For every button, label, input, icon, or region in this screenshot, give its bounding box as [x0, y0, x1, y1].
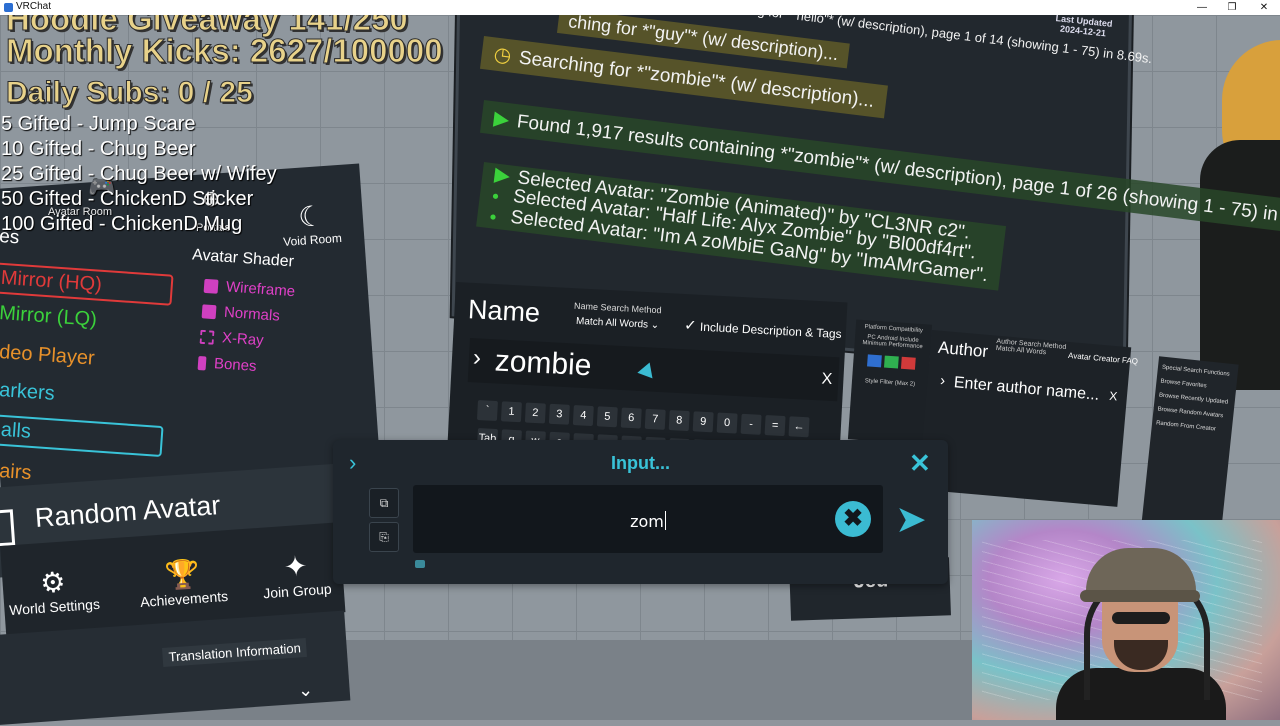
platform-options[interactable]: PC Android Include Minimum Performance	[854, 333, 931, 350]
keyboard-key[interactable]: =	[764, 415, 786, 437]
random-from-creator-button[interactable]: Random From Creator	[1156, 420, 1228, 433]
platform-title: Platform Compatibility	[864, 324, 924, 335]
chevron-down-icon: ⌄	[650, 319, 660, 332]
keyboard-key[interactable]: 4	[572, 405, 594, 427]
input-dialog-title: Input...	[611, 453, 670, 473]
clear-input-button[interactable]: ✖	[835, 501, 871, 537]
shader-xray-label: X-Ray	[221, 329, 265, 350]
play-icon: ▶	[493, 163, 512, 188]
moon-icon: ☾	[297, 200, 325, 233]
author-clear-button[interactable]: X	[1109, 389, 1118, 404]
paste-icon: ⎘	[379, 530, 389, 544]
keyboard-key[interactable]: 3	[548, 403, 570, 425]
perf-blue[interactable]	[867, 354, 882, 368]
input-scroll-handle[interactable]	[415, 560, 425, 568]
app-icon	[4, 3, 13, 12]
void-room-button[interactable]: ☾ Void Room	[280, 198, 343, 249]
input-text-value-wrap: zom	[413, 511, 883, 531]
input-dialog: › Input... ✕ ⧉ ⎘ zom ✖ ➤	[333, 440, 948, 584]
chevron-right-icon: ›	[472, 344, 482, 372]
player-avatar-body	[1200, 140, 1280, 390]
play-icon: ▶	[492, 107, 511, 132]
gift-tier-1: 5 Gifted - Jump Scare	[1, 113, 196, 135]
group-logo-icon: ✦	[282, 550, 309, 583]
clock-icon: ◷	[492, 43, 513, 68]
bullet-icon: ●	[491, 188, 501, 204]
perf-green[interactable]	[883, 355, 899, 369]
keyboard-key[interactable]: 6	[620, 407, 642, 429]
name-label: Name	[467, 294, 541, 328]
gift-tier-3: 25 Gifted - Chug Beer w/ Wifey	[1, 163, 277, 185]
keyboard-key[interactable]: `	[476, 400, 498, 422]
paste-button[interactable]: ⎘	[369, 522, 399, 552]
browse-favorites-button[interactable]: Browse Favorites	[1160, 379, 1232, 392]
bones-icon	[197, 356, 207, 371]
perf-red[interactable]	[900, 356, 916, 370]
text-caret	[664, 511, 666, 530]
keyboard-key[interactable]: 9	[692, 411, 714, 433]
window-title: VRChat	[16, 1, 52, 12]
keyboard-key[interactable]: 0	[716, 412, 738, 434]
copy-icon: ⧉	[379, 496, 389, 510]
shader-bones-label: Bones	[213, 355, 258, 376]
dice-icon	[0, 509, 16, 547]
maximize-button[interactable]: ❐	[1216, 0, 1248, 15]
author-label: Author	[937, 337, 989, 362]
name-search-value: zombie	[493, 344, 593, 383]
cube-icon	[203, 278, 219, 294]
keyboard-key[interactable]: 1	[500, 401, 522, 423]
checkmark-icon: ✓	[683, 316, 698, 335]
chevron-down-icon[interactable]: ⌄	[297, 679, 314, 701]
bullet-icon: ●	[488, 209, 498, 224]
minimize-button[interactable]: —	[1186, 0, 1218, 15]
keyboard-key[interactable]: 7	[644, 408, 666, 430]
send-arrow-icon[interactable]: ➤	[895, 497, 927, 542]
keyboard-key[interactable]: 2	[524, 402, 546, 424]
gift-tier-2: 10 Gifted - Chug Beer	[1, 138, 196, 160]
cube-icon	[201, 304, 217, 320]
sunglasses-icon	[1112, 612, 1170, 624]
close-window-button[interactable]: ✕	[1248, 0, 1280, 15]
window-title-bar: VRChat — ❐ ✕	[0, 0, 1280, 15]
browse-recent-button[interactable]: Browse Recently Updated	[1159, 393, 1231, 406]
keyboard-key[interactable]: -	[740, 413, 762, 435]
keyboard-key[interactable]: 8	[668, 410, 690, 432]
markers-button[interactable]: arkers	[0, 379, 55, 406]
input-text-field[interactable]: zom	[413, 485, 883, 553]
daily-subs-counter: Daily Subs: 0 / 25	[6, 76, 254, 110]
keyboard-key[interactable]: ←	[788, 416, 810, 438]
cap-brim	[1080, 590, 1200, 602]
join-group-button[interactable]: ✦ Join Group	[260, 548, 332, 601]
close-icon[interactable]: ✕	[909, 448, 931, 479]
gift-tier-4: 50 Gifted - ChickenD Sticker	[1, 188, 254, 210]
clear-icon: ✖	[842, 505, 864, 532]
gift-tier-5: 100 Gifted - ChickenD Mug	[1, 213, 243, 235]
browse-random-button[interactable]: Browse Random Avatars	[1157, 406, 1229, 419]
chevron-right-icon: ›	[939, 371, 946, 390]
platform-compatibility-panel: Platform Compatibility PC Android Includ…	[847, 319, 933, 445]
chairs-button[interactable]: airs	[0, 460, 32, 485]
input-text-value: zom	[630, 512, 664, 531]
achievements-button[interactable]: 🏆 Achievements	[137, 555, 229, 610]
xray-icon	[199, 329, 215, 345]
monthly-kicks-counter: Monthly Kicks: 2627/100000	[6, 32, 444, 70]
world-settings-button[interactable]: ⚙ World Settings	[6, 563, 101, 618]
keyboard-key[interactable]: 5	[596, 406, 618, 428]
webcam-overlay	[972, 520, 1280, 720]
special-search-title: Special Search Functions	[1161, 364, 1230, 378]
copy-button[interactable]: ⧉	[369, 488, 399, 518]
style-filter-label: Style Filter (Max 2)	[864, 378, 916, 388]
name-clear-button[interactable]: X	[821, 370, 833, 389]
